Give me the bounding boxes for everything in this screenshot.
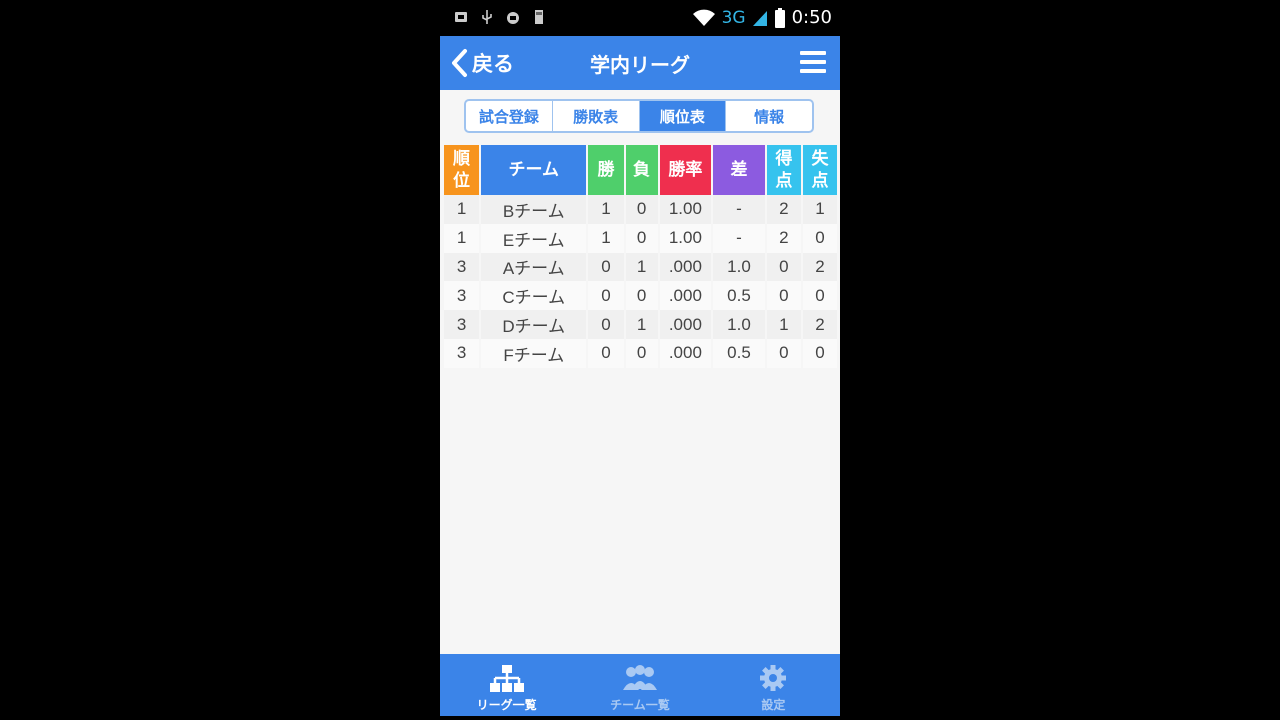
cell-goals-for: 0 <box>766 252 801 282</box>
bottom-nav: リーグ一覧 チーム一覧 設定 <box>440 654 840 716</box>
cell-games-behind: - <box>713 195 765 224</box>
nav-league-list[interactable]: リーグ一覧 <box>440 654 573 716</box>
cell-team: Aチーム <box>481 252 587 282</box>
hamburger-menu-icon[interactable] <box>800 51 828 75</box>
page-title: 学内リーグ <box>590 53 690 77</box>
table-row: 3 Aチーム 0 1.000 1.0 0 2 <box>444 252 837 282</box>
cell-goals-against: 0 <box>802 338 837 368</box>
cell-losses: 0 <box>625 338 658 368</box>
cell-rank: 3 <box>444 310 480 339</box>
cell-games-behind: 0.5 <box>713 338 765 368</box>
header-losses: 負 <box>625 145 658 195</box>
content-area: 試合登録 勝敗表 順位表 情報 順位 チーム 勝 負 勝率 差 得点 失点 1B… <box>440 90 840 654</box>
cell-games-behind: 1.0 <box>713 252 765 282</box>
nav-label: リーグ一覧 <box>476 698 537 712</box>
cell-games-behind: 0.5 <box>713 281 765 311</box>
cell-goals-against: 1 <box>802 195 837 224</box>
signal-icon <box>752 10 767 26</box>
battery-icon <box>774 7 785 28</box>
table-row: 3 Fチーム 0 0.000 0.5 0 0 <box>444 338 837 368</box>
table-header-row: 順位 チーム 勝 負 勝率 差 得点 失点 <box>444 145 837 195</box>
cell-goals-against: 0 <box>802 223 837 253</box>
tab-standings[interactable]: 順位表 <box>639 101 727 131</box>
android-icon <box>507 12 519 24</box>
cell-losses: 1 <box>625 310 658 339</box>
cell-goals-for: 1 <box>766 310 801 339</box>
cell-goals-against: 2 <box>802 310 837 339</box>
tab-match-register[interactable]: 試合登録 <box>466 101 553 131</box>
cell-goals-for: 0 <box>766 338 801 368</box>
cell-losses: 0 <box>625 195 658 224</box>
table-row: 1 Eチーム 1 0 1.00-2 0 <box>444 223 837 253</box>
header-games-behind: 差 <box>713 145 765 195</box>
cell-wins: 0 <box>588 281 624 311</box>
cell-rank: 1 <box>444 223 480 253</box>
nav-settings[interactable]: 設定 <box>707 654 840 716</box>
cell-win-pct: 1.00 <box>659 195 712 224</box>
clock: 0:50 <box>791 7 832 28</box>
header-win-pct: 勝率 <box>659 145 712 195</box>
phone-screen: 3G 0:50 戻る 学内リーグ 試合登録 勝敗表 順位表 情報 順位 チーム … <box>440 0 840 720</box>
nav-label: 設定 <box>761 698 786 712</box>
cell-wins: 0 <box>588 338 624 368</box>
header-goals-for: 得点 <box>766 145 801 195</box>
header-team: チーム <box>481 145 587 195</box>
tab-info[interactable]: 情報 <box>726 101 812 131</box>
app-bar: 戻る 学内リーグ <box>440 36 840 90</box>
header-wins: 勝 <box>588 145 624 195</box>
header-goals-against: 失点 <box>802 145 837 195</box>
cell-team: Cチーム <box>481 281 587 311</box>
notification-icon <box>455 12 467 22</box>
cell-losses: 0 <box>625 281 658 311</box>
cell-goals-for: 2 <box>766 223 801 253</box>
cell-losses: 1 <box>625 252 658 282</box>
cell-games-behind: - <box>713 223 765 253</box>
cell-wins: 1 <box>588 223 624 253</box>
cell-goals-for: 0 <box>766 281 801 311</box>
tab-win-loss[interactable]: 勝敗表 <box>553 101 640 131</box>
cell-win-pct: .000 <box>659 310 712 339</box>
cell-games-behind: 1.0 <box>713 310 765 339</box>
cell-rank: 3 <box>444 252 480 282</box>
tab-bar: 試合登録 勝敗表 順位表 情報 <box>464 99 814 133</box>
cell-team: Fチーム <box>481 338 587 368</box>
team-people-icon <box>622 665 657 690</box>
cell-wins: 0 <box>588 310 624 339</box>
standings-table: 順位 チーム 勝 負 勝率 差 得点 失点 1 Bチーム 1 0 1.00-2 1 1 Eチー… <box>442 145 839 368</box>
table-row: 3 Dチーム 0 1.000 1.0 1 2 <box>444 310 837 339</box>
cell-losses: 0 <box>625 223 658 253</box>
cell-wins: 1 <box>588 195 624 224</box>
cell-rank: 3 <box>444 338 480 368</box>
network-type: 3G <box>721 7 746 28</box>
cell-goals-against: 2 <box>802 252 837 282</box>
cell-team: Bチーム <box>481 195 587 224</box>
usb-icon <box>482 10 492 24</box>
sd-card-icon <box>535 10 543 24</box>
cell-rank: 3 <box>444 281 480 311</box>
gear-icon <box>760 665 787 691</box>
table-row: 3 Cチーム 0 0.000 0.5 0 0 <box>444 281 837 311</box>
cell-team: Eチーム <box>481 223 587 253</box>
cell-wins: 0 <box>588 252 624 282</box>
nav-label: チーム一覧 <box>610 698 670 712</box>
cell-goals-for: 2 <box>766 195 801 224</box>
cell-win-pct: .000 <box>659 281 712 311</box>
status-bar: 3G 0:50 <box>440 0 840 36</box>
table-row: 1 Bチーム 1 0 1.00-2 1 <box>444 195 837 224</box>
header-rank: 順位 <box>444 145 480 195</box>
cell-win-pct: .000 <box>659 252 712 282</box>
cell-goals-against: 0 <box>802 281 837 311</box>
cell-win-pct: .000 <box>659 338 712 368</box>
cell-team: Dチーム <box>481 310 587 339</box>
wifi-icon <box>692 9 715 26</box>
nav-team-list[interactable]: チーム一覧 <box>573 654 706 716</box>
cell-rank: 1 <box>444 195 480 224</box>
cell-win-pct: 1.00 <box>659 223 712 253</box>
league-tree-icon <box>489 665 524 692</box>
